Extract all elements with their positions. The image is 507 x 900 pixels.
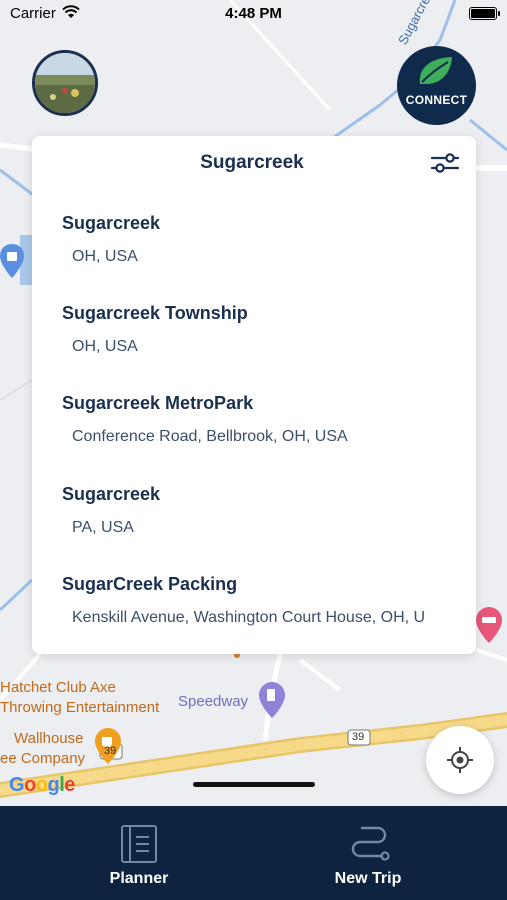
sliders-icon <box>430 153 460 173</box>
search-result-item[interactable]: Sugarcreek OH, USA <box>62 213 462 266</box>
gas-station-icon[interactable] <box>259 682 285 723</box>
result-name: Sugarcreek Township <box>62 303 248 323</box>
result-address: Kenskill Avenue, Washington Court House,… <box>72 609 426 626</box>
result-address: PA, USA <box>72 519 134 536</box>
result-name: SugarCreek Packing <box>62 574 238 594</box>
search-result-item[interactable]: Sugarcreek MetroPark Conference Road, Be… <box>62 393 462 446</box>
my-location-button[interactable] <box>426 726 494 794</box>
status-time: 4:48 PM <box>225 5 282 22</box>
poi-wallhouse-line2[interactable]: ee Company <box>0 750 85 767</box>
result-address: OH, USA <box>72 248 138 265</box>
search-input[interactable] <box>92 149 412 177</box>
filter-settings-button[interactable] <box>430 150 460 176</box>
result-name: Sugarcreek <box>62 213 161 233</box>
search-result-item[interactable]: Sugarcreek Township OH, USA <box>62 303 462 356</box>
result-address: OH, USA <box>72 338 138 355</box>
connect-button[interactable]: CONNECT <box>397 46 476 125</box>
nav-new-trip[interactable]: New Trip <box>288 806 448 900</box>
nav-new-trip-label: New Trip <box>334 870 402 887</box>
search-results-panel: Sugarcreek OH, USA Sugarcreek Township O… <box>32 136 476 654</box>
connect-label: CONNECT <box>405 93 468 107</box>
poi-wallhouse-line1[interactable]: Wallhouse <box>14 730 83 747</box>
search-row <box>32 136 476 190</box>
route-path-icon <box>351 826 390 861</box>
google-logo: Google <box>9 774 75 796</box>
search-result-item[interactable]: SugarCreek Packing Kenskill Avenue, Wash… <box>62 574 446 627</box>
shopping-marker-icon[interactable] <box>0 244 24 283</box>
planner-notebook-icon <box>121 825 157 863</box>
result-name: Sugarcreek <box>62 484 161 504</box>
result-name: Sugarcreek MetroPark <box>62 393 254 413</box>
profile-avatar[interactable] <box>32 50 98 116</box>
nav-planner-label: Planner <box>109 870 169 887</box>
crosshair-icon <box>447 747 473 773</box>
poi-hatchet-line2[interactable]: Throwing Entertainment <box>0 699 159 716</box>
route-shield-39-b-label: 39 <box>104 745 117 757</box>
nav-planner[interactable]: Planner <box>59 806 219 900</box>
bottom-nav: Planner New Trip <box>0 806 507 900</box>
search-result-item[interactable]: Sugarcreek PA, USA <box>62 484 462 537</box>
poi-hatchet-line1[interactable]: Hatchet Club Axe <box>0 679 116 696</box>
poi-speedway[interactable]: Speedway <box>178 693 248 710</box>
battery-icon <box>469 7 500 20</box>
leaf-icon <box>419 57 452 85</box>
lodging-marker-icon[interactable] <box>476 607 502 648</box>
result-address: Conference Road, Bellbrook, OH, USA <box>72 428 348 445</box>
status-bar: Carrier 4:48 PM <box>0 0 507 30</box>
route-shield-39-a-label: 39 <box>352 731 365 743</box>
home-indicator <box>193 782 315 787</box>
